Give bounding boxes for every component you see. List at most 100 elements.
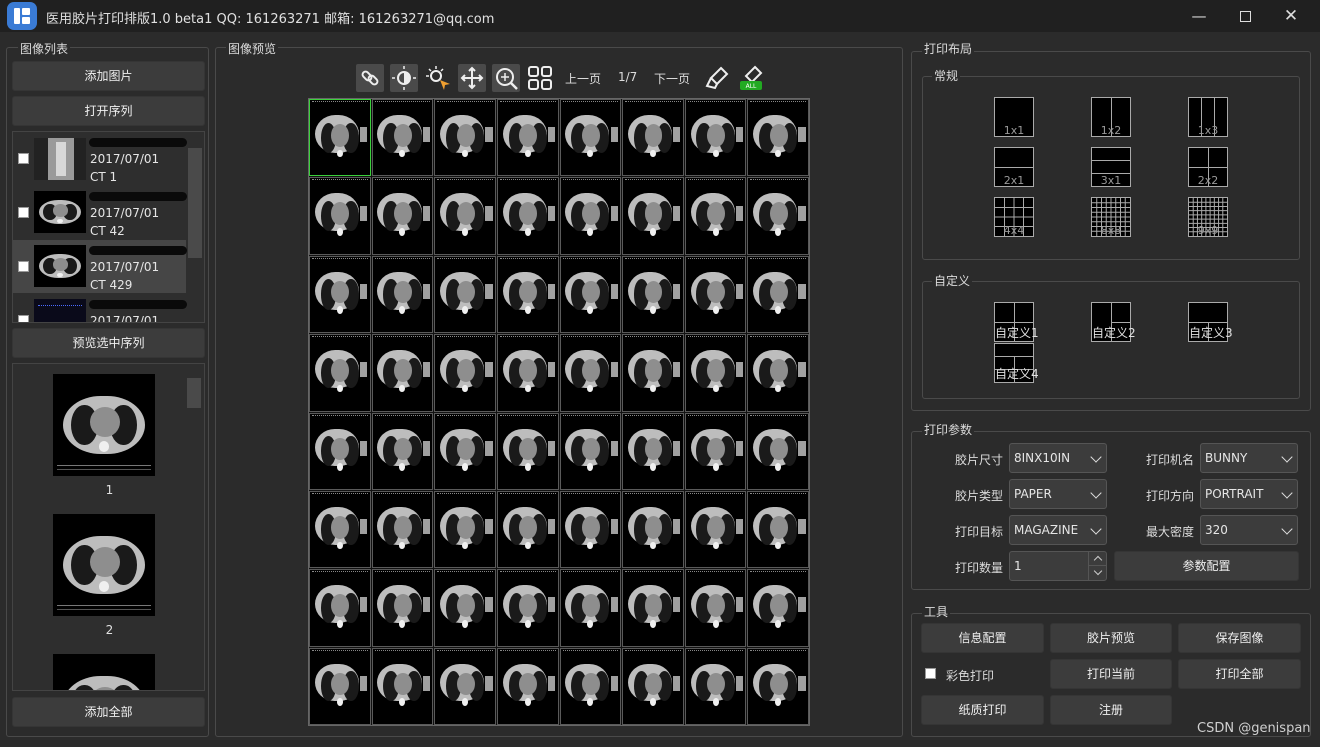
close-icon[interactable]: ✕ (1268, 0, 1314, 32)
maximize-icon[interactable] (1222, 0, 1268, 32)
add-all-button[interactable]: 添加全部 (12, 697, 205, 727)
save-image-button[interactable]: 保存图像 (1178, 623, 1301, 653)
window-level-icon[interactable] (424, 64, 452, 92)
series-checkbox[interactable] (18, 207, 29, 218)
film-cell[interactable] (559, 647, 622, 725)
layout-8x8-button[interactable]: 8x8 (1091, 197, 1131, 237)
print-target-select[interactable]: MAGAZINE (1009, 515, 1107, 545)
film-cell[interactable] (434, 177, 496, 255)
layout-9x9-button[interactable]: 9x9 (1188, 197, 1228, 237)
film-cell[interactable] (559, 99, 622, 177)
film-cell[interactable] (622, 647, 684, 725)
register-button[interactable]: 注册 (1050, 695, 1172, 725)
info-config-button[interactable]: 信息配置 (921, 623, 1044, 653)
preview-image[interactable] (53, 654, 155, 690)
move-icon[interactable] (458, 64, 486, 92)
film-cell[interactable] (747, 569, 809, 647)
film-cell[interactable] (309, 334, 371, 412)
film-cell[interactable] (747, 177, 809, 255)
print-all-button[interactable]: 打印全部 (1178, 659, 1301, 689)
series-item[interactable]: 2017/07/01 (13, 294, 187, 322)
film-cell[interactable] (747, 412, 809, 490)
print-current-button[interactable]: 打印当前 (1050, 659, 1172, 689)
film-cell[interactable] (434, 412, 496, 490)
film-cell[interactable] (496, 177, 559, 255)
film-cell[interactable] (622, 255, 684, 334)
film-cell[interactable] (684, 412, 747, 490)
param-config-button[interactable]: 参数配置 (1114, 551, 1299, 581)
film-cell[interactable] (622, 412, 684, 490)
film-cell[interactable] (309, 490, 371, 569)
film-cell[interactable] (684, 99, 747, 177)
custom-layout-2-button[interactable]: 自定义2 (1091, 302, 1136, 342)
film-cell[interactable] (434, 490, 496, 569)
custom-layout-1-button[interactable]: 自定义1 (994, 302, 1039, 342)
print-count-stepper[interactable]: 1 (1009, 551, 1107, 581)
film-cell[interactable] (496, 334, 559, 412)
clear-all-icon[interactable]: ALL (737, 64, 765, 92)
film-type-select[interactable]: PAPER (1009, 479, 1107, 509)
film-cell[interactable] (496, 412, 559, 490)
eraser-icon[interactable] (703, 64, 731, 92)
layout-3x1-button[interactable]: 3x1 (1091, 147, 1131, 187)
film-cell[interactable] (434, 334, 496, 412)
film-cell[interactable] (622, 569, 684, 647)
film-cell[interactable] (371, 177, 434, 255)
film-cell[interactable] (684, 334, 747, 412)
film-cell[interactable] (747, 647, 809, 725)
film-cell[interactable] (684, 177, 747, 255)
film-preview-button[interactable]: 胶片预览 (1050, 623, 1172, 653)
film-cell[interactable] (371, 569, 434, 647)
print-direction-select[interactable]: PORTRAIT (1200, 479, 1298, 509)
film-cell[interactable] (496, 99, 559, 177)
series-checkbox[interactable] (18, 153, 29, 164)
film-cell[interactable] (622, 99, 684, 177)
film-cell[interactable] (496, 647, 559, 725)
film-cell[interactable] (371, 412, 434, 490)
next-page-button[interactable]: 下一页 (654, 70, 690, 87)
max-density-select[interactable]: 320 (1200, 515, 1298, 545)
series-item[interactable]: 2017/07/01 CT 1 (13, 132, 187, 185)
film-cell[interactable] (434, 569, 496, 647)
color-print-checkbox[interactable] (925, 668, 936, 679)
film-cell[interactable] (496, 490, 559, 569)
film-cell[interactable] (559, 490, 622, 569)
film-cell[interactable] (496, 255, 559, 334)
film-cell[interactable] (747, 99, 809, 177)
series-checkbox[interactable] (18, 261, 29, 272)
film-cell[interactable] (559, 334, 622, 412)
film-cell[interactable] (684, 490, 747, 569)
film-cell[interactable] (309, 99, 371, 177)
film-cell[interactable] (622, 177, 684, 255)
film-cell[interactable] (434, 255, 496, 334)
film-cell[interactable] (434, 647, 496, 725)
preview-list-scrollbar[interactable] (187, 378, 201, 408)
film-cell[interactable] (747, 334, 809, 412)
film-cell[interactable] (434, 99, 496, 177)
brightness-icon[interactable] (390, 64, 418, 92)
preview-selected-series-button[interactable]: 预览选中序列 (12, 328, 205, 358)
series-checkbox[interactable] (18, 315, 29, 322)
film-cell[interactable] (622, 334, 684, 412)
film-cell[interactable] (309, 412, 371, 490)
layout-1x2-button[interactable]: 1x2 (1091, 97, 1131, 137)
film-size-select[interactable]: 8INX10IN (1009, 443, 1107, 473)
series-item-selected[interactable]: 2017/07/01 CT 429 (13, 240, 187, 293)
custom-layout-3-button[interactable]: 自定义3 (1188, 302, 1233, 342)
paper-print-button[interactable]: 纸质打印 (921, 695, 1044, 725)
film-cell[interactable] (622, 490, 684, 569)
custom-layout-4-button[interactable]: 自定义4 (994, 343, 1039, 383)
series-list-scrollbar[interactable] (188, 148, 202, 258)
film-cell[interactable] (559, 569, 622, 647)
film-cell[interactable] (747, 490, 809, 569)
layout-4x4-button[interactable]: 4x4 (994, 197, 1034, 237)
film-cell[interactable] (371, 255, 434, 334)
film-cell[interactable] (371, 334, 434, 412)
minimize-icon[interactable]: — (1176, 0, 1222, 32)
film-cell[interactable] (684, 255, 747, 334)
film-cell[interactable] (559, 177, 622, 255)
prev-page-button[interactable]: 上一页 (565, 70, 601, 87)
layout-grid-icon[interactable] (526, 64, 554, 92)
film-cell[interactable] (371, 99, 434, 177)
film-cell[interactable] (371, 647, 434, 725)
